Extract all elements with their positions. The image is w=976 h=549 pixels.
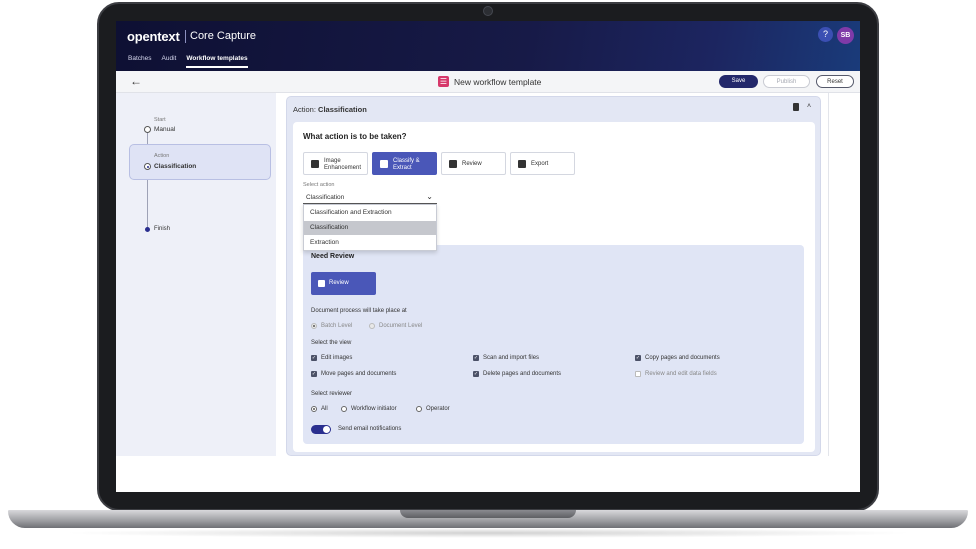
checkbox-move-pages-label: Move pages and documents xyxy=(321,371,397,377)
review-button-label: Review xyxy=(329,280,349,286)
email-notifications-toggle[interactable] xyxy=(311,425,331,434)
radio-reviewer-initiator-label: Workflow initiator xyxy=(351,406,397,412)
need-review-heading: Need Review xyxy=(311,253,355,260)
need-review-section: Need Review Review Document process will… xyxy=(303,245,804,444)
main-content: Action: Classification ˄ What action is … xyxy=(276,93,860,456)
nav-workflow-templates[interactable]: Workflow templates xyxy=(186,55,248,68)
process-label: Document process will take place at xyxy=(311,308,407,314)
workflow-template-icon: ☰ xyxy=(438,76,449,87)
tile-label: Classify & xyxy=(393,158,420,164)
radio-reviewer-operator-label: Operator xyxy=(426,406,450,412)
step-start-value[interactable]: Manual xyxy=(154,126,175,133)
action-question: What action is to be taken? xyxy=(303,132,407,141)
checkbox-delete-pages[interactable]: ✓ xyxy=(473,371,479,377)
image-icon xyxy=(311,160,319,168)
step-action-node-icon[interactable] xyxy=(144,163,151,170)
action-title-prefix: Action: xyxy=(293,105,316,114)
select-view-label: Select the view xyxy=(311,340,352,346)
checkbox-edit-images[interactable]: ✓ xyxy=(311,355,317,361)
select-action-dropdown[interactable]: Classification ⌄ xyxy=(303,191,437,204)
checkbox-move-pages[interactable]: ✓ xyxy=(311,371,317,377)
laptop-shadow xyxy=(60,528,916,538)
checkbox-copy-pages-label: Copy pages and documents xyxy=(645,355,720,361)
nav-audit[interactable]: Audit xyxy=(162,55,177,68)
workflow-steps-panel: Start Manual Action Classification Finis… xyxy=(116,93,276,456)
reset-button[interactable]: Reset xyxy=(816,75,854,88)
step-action-card[interactable] xyxy=(129,144,271,180)
main-nav: Batches Audit Workflow templates xyxy=(128,55,248,68)
tile-image-enhancement[interactable]: Image Enhancement xyxy=(303,152,368,175)
radio-reviewer-all[interactable] xyxy=(311,406,317,412)
tile-label: Enhancement xyxy=(324,164,362,171)
radio-reviewer-initiator[interactable] xyxy=(341,406,347,412)
content-scrollbar[interactable] xyxy=(828,93,829,456)
checkbox-review-edit-fields-label: Review and edit data fields xyxy=(645,371,717,377)
app-header: opentext Core Capture Batches Audit Work… xyxy=(116,21,860,71)
checkbox-copy-pages[interactable]: ✓ xyxy=(635,355,641,361)
step-start-label: Start xyxy=(154,117,166,123)
select-reviewer-label: Select reviewer xyxy=(311,391,353,397)
select-action-label: Select action xyxy=(303,182,335,188)
step-finish-node-icon[interactable] xyxy=(145,227,150,232)
tile-classify-extract[interactable]: Classify & Extract xyxy=(372,152,437,175)
tile-label: Image xyxy=(324,158,341,164)
tile-label: Export xyxy=(531,161,549,167)
review-icon xyxy=(318,280,325,287)
opentext-logo: opentext xyxy=(127,29,180,44)
email-notifications-label: Send email notifications xyxy=(338,426,402,432)
step-start-node-icon[interactable] xyxy=(144,126,151,133)
product-name: Core Capture xyxy=(190,30,257,42)
review-icon xyxy=(449,160,457,168)
radio-document-level[interactable] xyxy=(369,323,375,329)
nav-batches[interactable]: Batches xyxy=(128,55,152,68)
radio-document-level-label: Document Level xyxy=(379,323,423,329)
help-button[interactable]: ? xyxy=(818,27,833,42)
trash-icon[interactable] xyxy=(793,103,799,111)
checkbox-scan-import[interactable]: ✓ xyxy=(473,355,479,361)
checkbox-edit-images-label: Edit images xyxy=(321,355,353,361)
app-screen: opentext Core Capture Batches Audit Work… xyxy=(116,21,860,492)
tile-export[interactable]: Export xyxy=(510,152,575,175)
publish-button[interactable]: Publish xyxy=(763,75,810,88)
arrow-left-icon[interactable]: ← xyxy=(130,74,142,88)
laptop-mockup: opentext Core Capture Batches Audit Work… xyxy=(0,0,976,549)
checkbox-review-edit-fields[interactable] xyxy=(635,371,641,377)
page-title: New workflow template xyxy=(454,77,542,87)
select-action-menu: Classification and Extraction Classifica… xyxy=(303,204,437,251)
chevron-up-icon[interactable]: ˄ xyxy=(807,103,811,110)
checkbox-delete-pages-label: Delete pages and documents xyxy=(483,371,562,377)
review-button[interactable]: Review xyxy=(311,272,376,295)
tile-review[interactable]: Review xyxy=(441,152,506,175)
checkbox-scan-import-label: Scan and import files xyxy=(483,355,540,361)
action-title-value: Classification xyxy=(318,105,367,114)
step-action-label: Action xyxy=(154,153,170,159)
tile-label: Review xyxy=(462,161,482,167)
hierarchy-icon xyxy=(380,160,388,168)
webcam xyxy=(483,6,493,16)
export-icon xyxy=(518,160,526,168)
save-button[interactable]: Save xyxy=(719,75,758,88)
dropdown-option-classification[interactable]: Classification xyxy=(304,221,436,235)
laptop-notch xyxy=(400,510,576,518)
action-card: Action: Classification ˄ What action is … xyxy=(286,96,821,456)
radio-batch-level-label: Batch Level xyxy=(321,323,353,329)
radio-batch-level[interactable] xyxy=(311,323,317,329)
tile-label: Extract xyxy=(393,164,412,171)
logo-divider xyxy=(185,30,186,43)
action-card-title: Action: Classification xyxy=(293,105,367,114)
select-action-value: Classification xyxy=(306,194,345,201)
page-toolbar: ← ☰ New workflow template Save Publish R… xyxy=(116,71,860,93)
step-finish-label[interactable]: Finish xyxy=(154,226,170,232)
chevron-down-icon: ⌄ xyxy=(426,192,433,201)
dropdown-option-classification-extraction[interactable]: Classification and Extraction xyxy=(304,206,436,220)
user-avatar[interactable]: SB xyxy=(837,27,854,44)
step-action-value[interactable]: Classification xyxy=(154,163,196,170)
radio-reviewer-operator[interactable] xyxy=(416,406,422,412)
radio-reviewer-all-label: All xyxy=(321,406,328,412)
dropdown-option-extraction[interactable]: Extraction xyxy=(304,236,436,250)
action-form: What action is to be taken? Image Enhance… xyxy=(293,122,815,452)
